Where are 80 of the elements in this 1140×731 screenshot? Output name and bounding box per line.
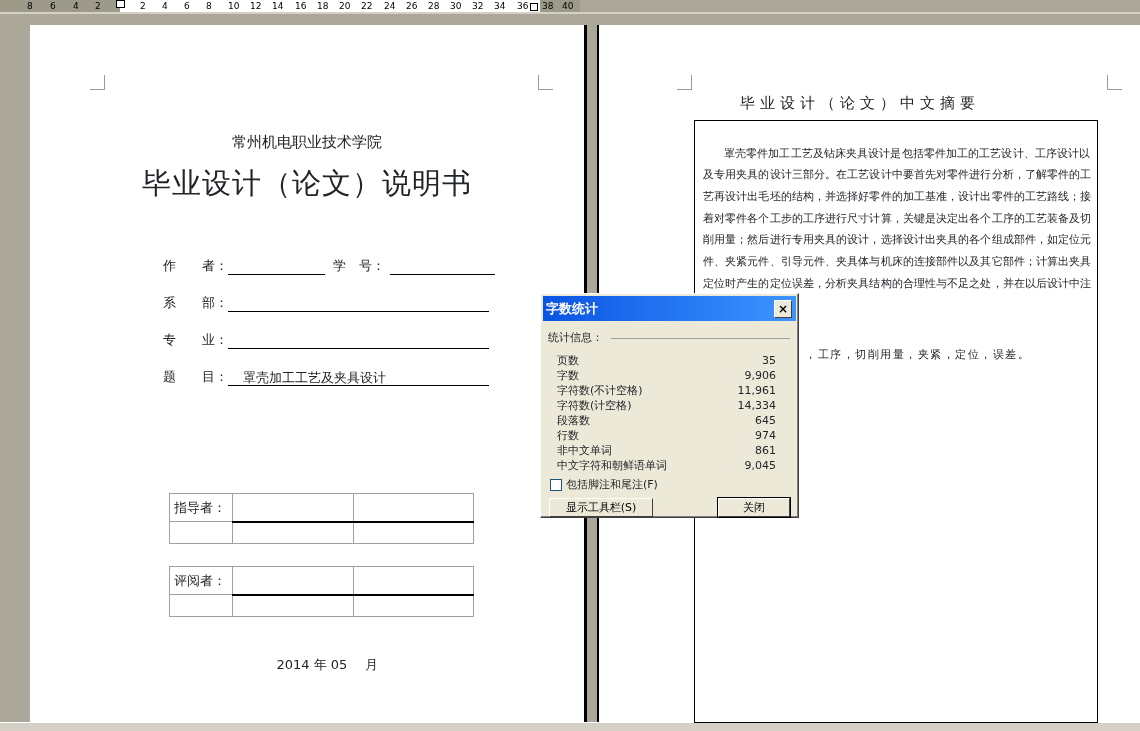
keywords-text: ，工序，切削用量，夹紧，定位，误差。 <box>805 346 1030 362</box>
stat-value: 14,334 <box>737 397 776 413</box>
ruler-number: 38 <box>542 1 554 11</box>
signature-cell[interactable] <box>353 566 474 595</box>
margin-mark <box>677 75 692 90</box>
ruler-number: 30 <box>450 1 462 11</box>
ruler-number: 20 <box>339 1 351 11</box>
stat-value: 11,961 <box>737 382 776 398</box>
ruler-number: 14 <box>272 1 284 11</box>
margin-mark <box>90 75 105 90</box>
ruler-number: 26 <box>406 1 418 11</box>
fill-in-line[interactable]: 罩壳加工工艺及夹具设计 <box>228 368 489 386</box>
field-label: 学 号： <box>333 256 385 275</box>
signature-cell[interactable] <box>353 493 474 522</box>
stat-value: 9,906 <box>744 367 776 383</box>
signature-cell[interactable] <box>232 493 354 522</box>
scroll-bar[interactable] <box>0 722 1140 731</box>
margin-mark <box>1107 75 1122 90</box>
ruler-number: 4 <box>73 1 79 11</box>
stat-value: 35 <box>762 352 776 368</box>
ruler-number: 28 <box>428 1 440 11</box>
stat-value: 9,045 <box>744 457 776 473</box>
ruler-number: 16 <box>295 1 307 11</box>
section-label: 统计信息： <box>548 330 603 346</box>
stat-value: 861 <box>755 442 776 458</box>
ruler-number: 36 <box>517 1 529 11</box>
abstract-line: 艺再设计出毛坯的结构，并选择好零件的加工基准，设计出零件的工艺路线；接 <box>703 188 1089 204</box>
ruler-number: 32 <box>472 1 484 11</box>
checkbox-label: 包括脚注和尾注(F) <box>566 476 658 493</box>
abstract-line: 定位时产生的定位误差，分析夹具结构的合理性与不足之处，并在以后设计中注 <box>703 275 1089 291</box>
stat-label: 段落数 <box>557 412 590 428</box>
ruler-number: 6 <box>184 1 190 11</box>
school-name: 常州机电职业技术学院 <box>231 132 383 153</box>
abstract-line: 罩壳零件加工工艺及钻床夹具设计是包括零件加工的工艺设计、工序设计以 <box>723 145 1089 161</box>
ruler-number: 8 <box>206 1 212 11</box>
stat-label: 页数 <box>557 352 579 368</box>
abstract-line: 削用量；然后进行专用夹具的设计，选择设计出夹具的各个组成部件，如定位元 <box>703 232 1089 248</box>
stat-label: 中文字符和朝鲜语单词 <box>557 457 667 473</box>
table-cell: 指导者： <box>169 493 233 522</box>
stat-value: 974 <box>755 427 776 443</box>
indent-marker[interactable] <box>530 3 538 11</box>
table-cell: 评阅者： <box>169 566 233 595</box>
close-button[interactable]: × <box>774 299 792 318</box>
ruler-number: 18 <box>317 1 329 11</box>
field-label: 题 目： <box>163 367 228 386</box>
stat-label: 非中文单词 <box>557 442 612 458</box>
ruler-number: 4 <box>162 1 168 11</box>
signature-cell[interactable] <box>232 566 354 595</box>
stat-label: 行数 <box>557 427 579 443</box>
stat-label: 字符数(不计空格) <box>557 382 643 398</box>
ruler-number: 6 <box>50 1 56 11</box>
stat-value: 645 <box>755 412 776 428</box>
field-label: 系 部： <box>163 293 228 312</box>
ruler-number: 22 <box>361 1 373 11</box>
ruler-number: 2 <box>95 1 101 11</box>
indent-marker[interactable] <box>116 0 125 8</box>
close-dialog-button[interactable]: 关闭 <box>718 498 790 517</box>
ruler-number: 2 <box>140 1 146 11</box>
dialog-title: 字数统计 <box>546 299 598 318</box>
ruler-number: 10 <box>228 1 240 11</box>
field-label: 专 业： <box>163 330 228 349</box>
checkbox[interactable] <box>550 478 562 491</box>
abstract-title: 毕业设计（论文）中文摘要 <box>738 93 981 114</box>
stat-label: 字数 <box>557 367 579 383</box>
date-text: 2014 年 05 月 <box>275 656 379 674</box>
margin-mark <box>538 75 553 90</box>
toolbar-button[interactable]: 显示工具栏(S) <box>549 498 653 517</box>
ruler-number: 34 <box>494 1 506 11</box>
ruler-number: 12 <box>250 1 262 11</box>
document-title: 毕业设计（论文）说明书 <box>141 164 473 202</box>
abstract-line: 件、夹紧元件、引导元件、夹具体与机床的连接部件以及其它部件；计算出夹具 <box>703 254 1089 269</box>
ruler-number: 8 <box>27 1 33 11</box>
ruler-number: 40 <box>562 1 574 11</box>
abstract-line: 及专用夹具的设计三部分。在工艺设计中要首先对零件进行分析，了解零件的工 <box>703 167 1089 183</box>
ruler-number: 24 <box>384 1 396 11</box>
abstract-line: 着对零件各个工步的工序进行尺寸计算，关键是决定出各个工序的工艺装备及切 <box>703 210 1089 226</box>
table-cell <box>169 521 233 544</box>
field-label: 作 者： <box>163 256 228 275</box>
table-cell <box>169 594 233 617</box>
stat-label: 字符数(计空格) <box>557 397 632 413</box>
